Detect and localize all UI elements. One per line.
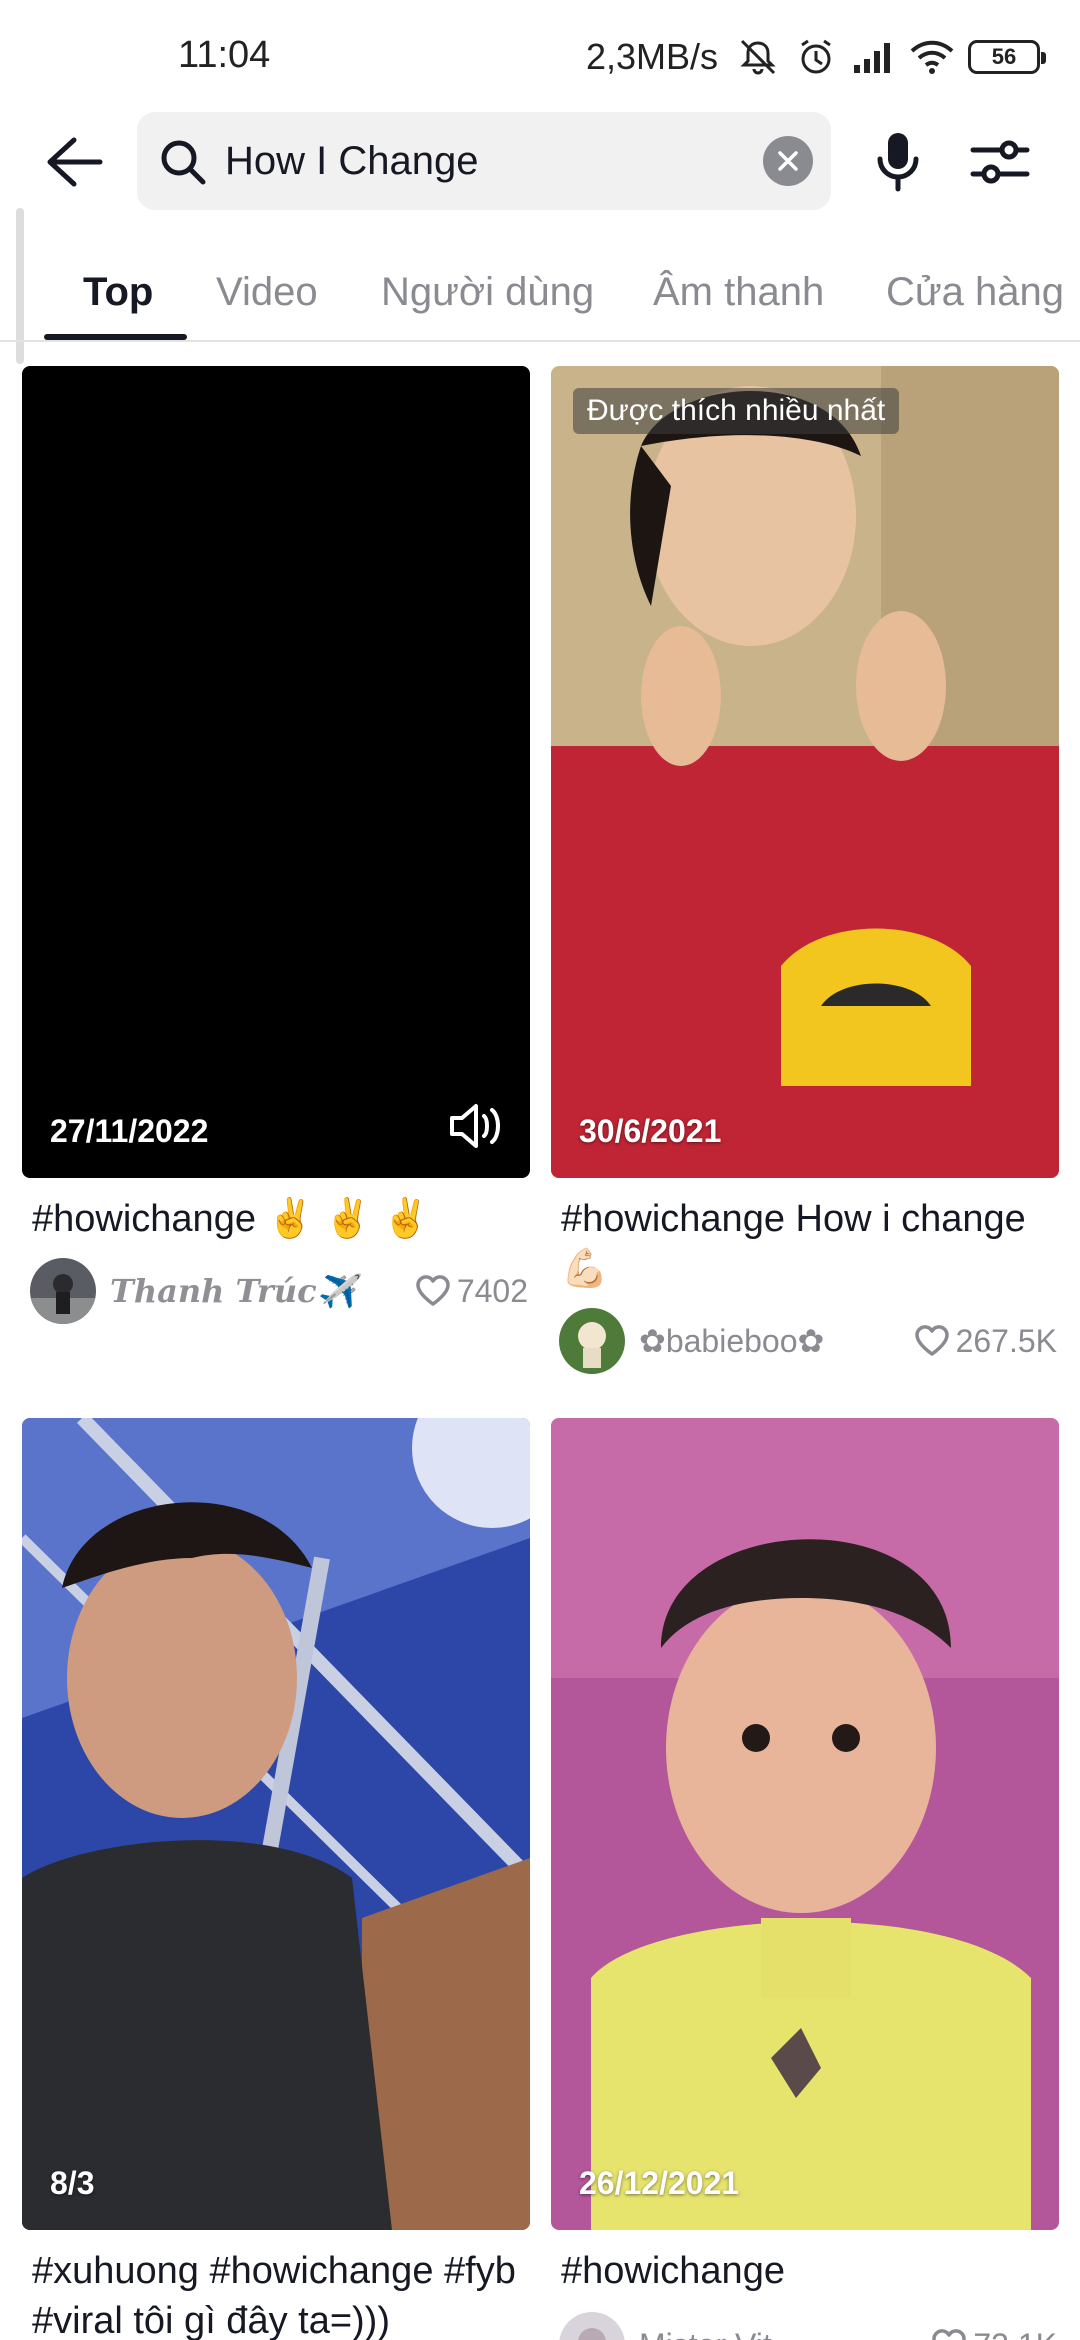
video-caption[interactable]: #xuhuong #howichange #fyb #viral tôi gì … — [32, 2246, 522, 2340]
video-thumbnail[interactable]: 26/12/2021 — [551, 1418, 1059, 2230]
video-date: 8/3 — [50, 2165, 95, 2201]
status-time: 11:04 — [178, 34, 271, 76]
video-date: 30/6/2021 — [579, 1113, 722, 1149]
filter-button[interactable] — [966, 130, 1034, 194]
mic-icon — [877, 133, 919, 192]
battery-icon: 56 — [968, 40, 1046, 74]
like-count-value: 267.5K — [955, 1322, 1057, 1359]
filter-icon — [970, 140, 1030, 184]
clear-icon — [778, 151, 798, 171]
heart-icon — [932, 2329, 967, 2340]
video-thumbnail[interactable]: Được thích nhiều nhất 30/6/2021 — [551, 366, 1059, 1178]
tab-shop[interactable]: Cửa hàng — [886, 242, 1064, 342]
avatar[interactable] — [559, 2312, 625, 2340]
active-tab-indicator — [44, 334, 187, 340]
video-caption[interactable]: #howichange ✌️ ✌️ ✌️ — [32, 1194, 522, 1244]
search-icon — [161, 140, 206, 185]
like-count: 267.5K — [914, 1308, 1057, 1374]
avatar[interactable] — [30, 1258, 96, 1324]
video-date: 27/11/2022 — [50, 1113, 209, 1149]
tab-sounds[interactable]: Âm thanh — [653, 242, 824, 342]
video-date: 26/12/2021 — [579, 2165, 740, 2201]
back-button[interactable] — [38, 130, 110, 194]
search-tabs: Top Video Người dùng Âm thanh Cửa hàng — [0, 242, 1080, 342]
heart-icon — [914, 1325, 949, 1356]
heart-icon — [416, 1275, 450, 1306]
video-meta: Thanh Trúc✈️ 7402 — [30, 1258, 530, 1326]
video-caption[interactable]: #howichange How i change 💪🏻 — [561, 1194, 1051, 1294]
username[interactable]: Mister Vit — [639, 2312, 772, 2340]
video-meta: Mister Vit 73.1K — [559, 2312, 1059, 2340]
network-speed: 2,3MB/s — [585, 36, 718, 77]
search-input[interactable] — [225, 112, 705, 210]
tab-video[interactable]: Video — [216, 242, 318, 342]
username[interactable]: ✿babieboo✿ — [639, 1308, 824, 1374]
like-count-value: 7402 — [456, 1272, 528, 1309]
mute-icon — [736, 35, 780, 79]
status-bar: 11:04 2,3MB/s 56 — [0, 0, 1080, 112]
search-header — [0, 112, 1080, 212]
status-icons: 2,3MB/s 56 — [585, 30, 1046, 84]
avatar[interactable] — [559, 1308, 625, 1374]
video-meta: ✿babieboo✿ 267.5K — [559, 1308, 1059, 1376]
like-count-value: 73.1K — [973, 2327, 1057, 2340]
like-count: 7402 — [415, 1258, 528, 1324]
back-arrow-icon — [47, 137, 103, 187]
wifi-icon — [910, 35, 954, 79]
voice-search-button[interactable] — [868, 130, 928, 194]
most-liked-badge: Được thích nhiều nhất — [573, 388, 900, 434]
signal-icon — [852, 35, 896, 79]
video-caption[interactable]: #howichange — [561, 2246, 1051, 2296]
alarm-icon — [794, 35, 838, 79]
thumbnail-image — [551, 366, 1059, 1178]
tab-top[interactable]: Top — [83, 242, 153, 342]
tab-users[interactable]: Người dùng — [381, 242, 594, 342]
like-count: 73.1K — [931, 2312, 1057, 2340]
thumbnail-image — [22, 1418, 530, 2230]
thumbnail-image — [551, 1418, 1059, 2230]
video-thumbnail[interactable]: 8/3 — [22, 1418, 530, 2230]
sound-toggle-icon[interactable] — [448, 1100, 504, 1152]
video-thumbnail[interactable]: 27/11/2022 — [22, 366, 530, 1178]
clear-search-button[interactable] — [763, 136, 813, 186]
username[interactable]: Thanh Trúc✈️ — [110, 1258, 356, 1324]
search-bar[interactable] — [137, 112, 831, 210]
